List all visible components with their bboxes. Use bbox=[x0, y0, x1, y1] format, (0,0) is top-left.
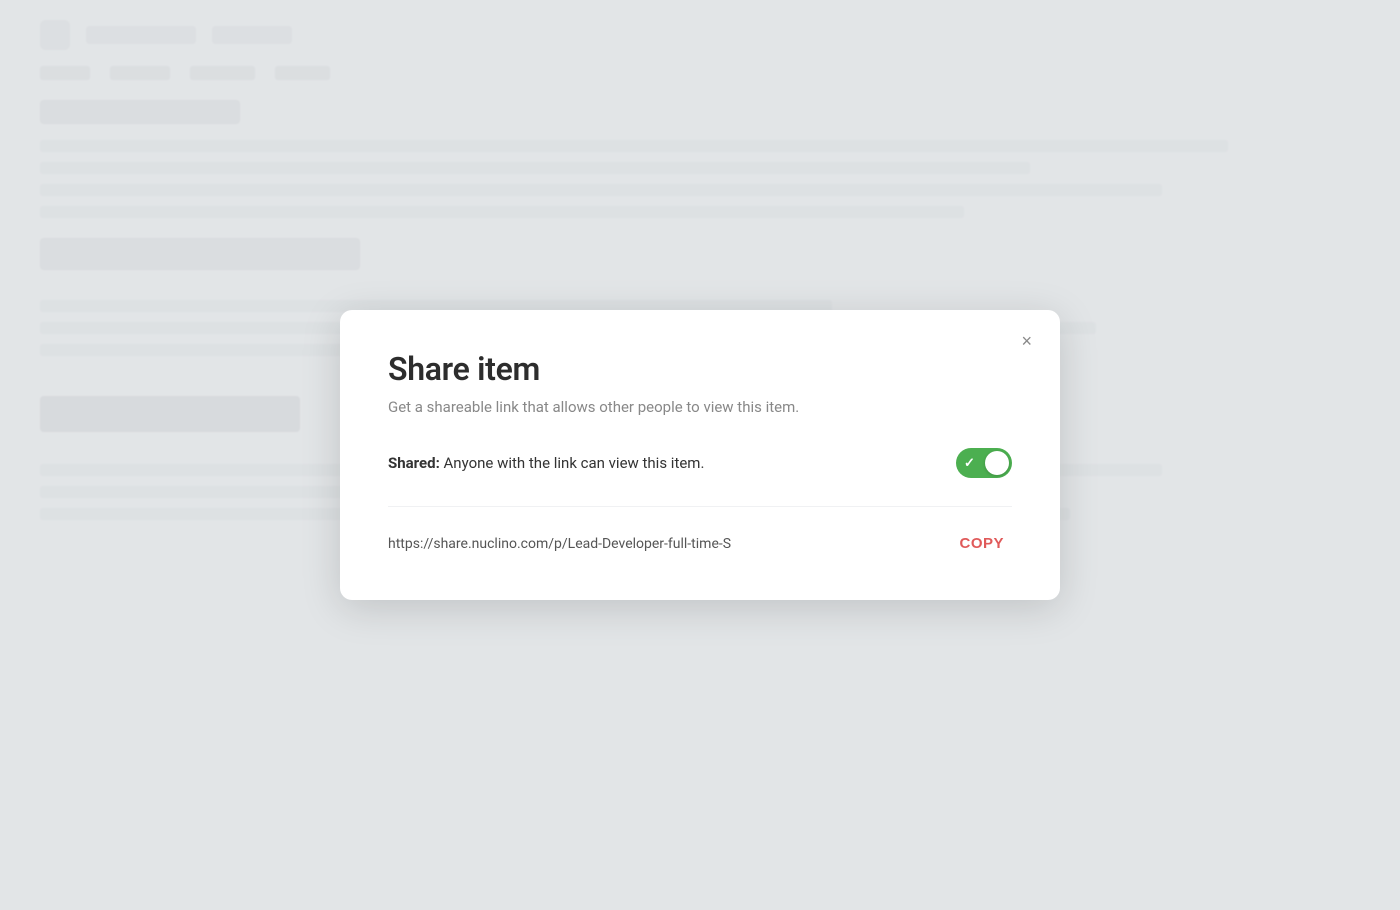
modal-overlay: × Share item Get a shareable link that a… bbox=[0, 0, 1400, 910]
shared-description: Anyone with the link can view this item. bbox=[440, 454, 705, 472]
share-url: https://share.nuclino.com/p/Lead-Develop… bbox=[388, 536, 935, 552]
share-dialog: × Share item Get a shareable link that a… bbox=[340, 310, 1060, 600]
url-row: https://share.nuclino.com/p/Lead-Develop… bbox=[388, 506, 1012, 556]
modal-subtitle: Get a shareable link that allows other p… bbox=[388, 398, 1012, 416]
toggle-check-icon: ✓ bbox=[964, 456, 975, 471]
toggle-track: ✓ bbox=[956, 448, 1012, 478]
modal-title: Share item bbox=[388, 350, 1012, 388]
share-toggle-row: Shared: Anyone with the link can view th… bbox=[388, 448, 1012, 478]
share-status-label: Shared: Anyone with the link can view th… bbox=[388, 454, 704, 472]
close-button[interactable]: × bbox=[1013, 328, 1040, 354]
toggle-thumb bbox=[985, 451, 1009, 475]
share-toggle[interactable]: ✓ bbox=[956, 448, 1012, 478]
copy-button[interactable]: COPY bbox=[951, 531, 1012, 556]
shared-bold-label: Shared: bbox=[388, 454, 440, 472]
